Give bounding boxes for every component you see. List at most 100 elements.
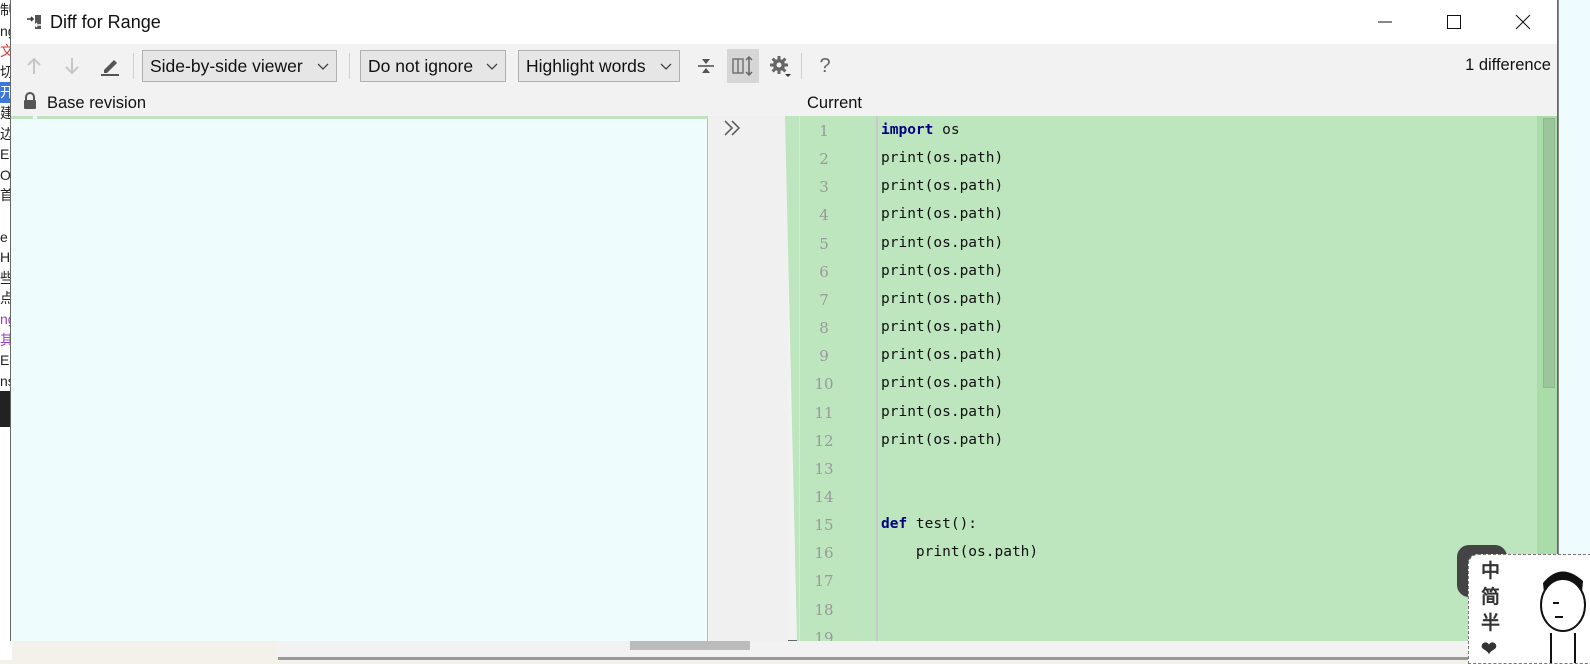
collapse-unchanged-button[interactable] xyxy=(691,51,721,81)
code-text: print(os.path) xyxy=(881,347,1003,363)
caret-gap xyxy=(33,116,37,119)
code-line: 14 xyxy=(799,488,1557,516)
line-number: 1 xyxy=(819,122,829,140)
line-number: 12 xyxy=(814,431,834,450)
minimize-icon xyxy=(1377,21,1392,23)
current-label: Current xyxy=(807,94,863,112)
code-content: print(os.path) xyxy=(881,150,1004,167)
current-editor[interactable]: 1 import os 2 print(os.path) 3 print(os.path)… xyxy=(799,116,1557,641)
background-scroll-thumb xyxy=(630,641,750,650)
diff-icon xyxy=(26,14,42,30)
code-text: print(os.path) xyxy=(881,235,1003,251)
keyword: import xyxy=(881,122,934,138)
close-icon xyxy=(1515,14,1530,30)
code-line: 11 print(os.path) xyxy=(799,404,1557,432)
code-text: print(os.path) xyxy=(881,150,1003,166)
code-text: print(os.path) xyxy=(881,375,1003,391)
line-number: 6 xyxy=(819,262,829,281)
difference-count: 1 difference xyxy=(1465,56,1551,74)
maximize-icon xyxy=(1446,15,1461,29)
code-line: 12 print(os.path) xyxy=(799,432,1557,460)
code-content: print(os.path) xyxy=(881,234,1004,251)
line-number: 10 xyxy=(814,375,834,394)
line-number: 19 xyxy=(814,628,834,641)
code-line: 6 print(os.path) xyxy=(799,263,1557,291)
line-number: 15 xyxy=(814,516,834,535)
line-number: 4 xyxy=(819,206,829,225)
pencil-icon xyxy=(101,60,119,76)
code-text: print(os.path) xyxy=(881,544,1038,560)
cartoon-face-icon xyxy=(1540,571,1586,663)
close-button[interactable] xyxy=(1488,0,1557,44)
chevron-down-icon xyxy=(317,63,329,70)
code-text: print(os.path) xyxy=(881,178,1003,194)
highlight-mode-value: Highlight words xyxy=(526,55,646,76)
line-number: 3 xyxy=(819,178,829,197)
viewer-mode-select[interactable]: Side-by-side viewer xyxy=(142,50,337,82)
code-content: print(os.path) xyxy=(881,206,1004,223)
code-line: 17 xyxy=(799,572,1557,600)
line-number: 7 xyxy=(819,290,829,309)
line-number: 17 xyxy=(814,572,834,591)
code-content: os xyxy=(933,122,960,138)
highlight-mode-select[interactable]: Highlight words xyxy=(518,50,680,82)
code-line: 4 print(os.path) xyxy=(799,206,1557,234)
toolbar: Side-by-side viewer Do not ignore Highli… xyxy=(11,44,1557,88)
line-number: 13 xyxy=(814,459,834,478)
code-line: 5 print(os.path) xyxy=(799,235,1557,263)
double-chevron-right-icon[interactable] xyxy=(722,118,744,143)
code-line: 16 print(os.path) xyxy=(799,544,1557,572)
scrollbar-thumb[interactable] xyxy=(1543,118,1555,388)
gear-icon xyxy=(770,56,791,77)
code-text: print(os.path) xyxy=(881,319,1003,335)
code-line: 3 print(os.path) xyxy=(799,178,1557,206)
ignore-whitespace-select[interactable]: Do not ignore xyxy=(360,50,506,82)
code-line: 1 import os xyxy=(799,122,1557,150)
sync-scroll-icon xyxy=(732,55,753,77)
maximize-button[interactable] xyxy=(1419,0,1488,44)
code-content: print(os.path) xyxy=(881,375,1004,392)
line-number: 8 xyxy=(819,319,829,338)
edit-source-button[interactable] xyxy=(95,51,125,81)
sticker-text: 中简半❤ xyxy=(1481,561,1501,660)
toolbar-separator xyxy=(349,53,350,79)
code-text: print(os.path) xyxy=(881,263,1003,279)
line-number: 9 xyxy=(819,347,829,366)
code-content: print(os.path) xyxy=(881,431,1004,448)
viewer-mode-value: Side-by-side viewer xyxy=(150,55,303,76)
code-content: print(os.path) xyxy=(881,262,1004,279)
next-difference-button[interactable] xyxy=(57,51,87,81)
base-revision-editor[interactable] xyxy=(11,116,708,641)
sticker-overlay: 中简半❤ xyxy=(1468,554,1590,664)
code-content: print(os.path) xyxy=(881,403,1004,420)
collapse-unchanged-icon xyxy=(698,59,714,73)
chevron-down-icon xyxy=(486,63,498,70)
code-text: import os xyxy=(881,122,960,138)
code-line: 13 xyxy=(799,460,1557,488)
line-number: 5 xyxy=(819,234,829,253)
pane-headers: Base revision Current xyxy=(11,88,1557,116)
previous-difference-button[interactable] xyxy=(19,51,49,81)
code-text: print(os.path) xyxy=(881,291,1003,307)
insertion-marker-line xyxy=(11,116,708,119)
line-number: 18 xyxy=(814,600,834,619)
lock-icon xyxy=(23,92,37,115)
help-button[interactable]: ? xyxy=(810,51,840,81)
code-line: 9 print(os.path) xyxy=(799,347,1557,375)
code-text: print(os.path) xyxy=(881,432,1003,448)
minimize-button[interactable] xyxy=(1350,0,1419,44)
arrow-up-icon xyxy=(27,57,41,74)
synchronize-scrolling-button[interactable] xyxy=(727,49,759,83)
code-content: test(): xyxy=(907,516,978,533)
line-number: 16 xyxy=(814,544,834,563)
code-content: print(os.path) xyxy=(881,178,1004,195)
settings-button[interactable] xyxy=(765,51,795,81)
code-content: print(os.path) xyxy=(881,347,1004,364)
code-text: print(os.path) xyxy=(881,206,1003,222)
code-line: 2 print(os.path) xyxy=(799,150,1557,178)
diff-window: Diff for Range Side-by-side viewer Do no… xyxy=(10,0,1558,641)
diff-connector-shape xyxy=(785,116,801,641)
title-bar: Diff for Range xyxy=(11,0,1557,44)
code-content: print(os.path) xyxy=(915,544,1039,561)
